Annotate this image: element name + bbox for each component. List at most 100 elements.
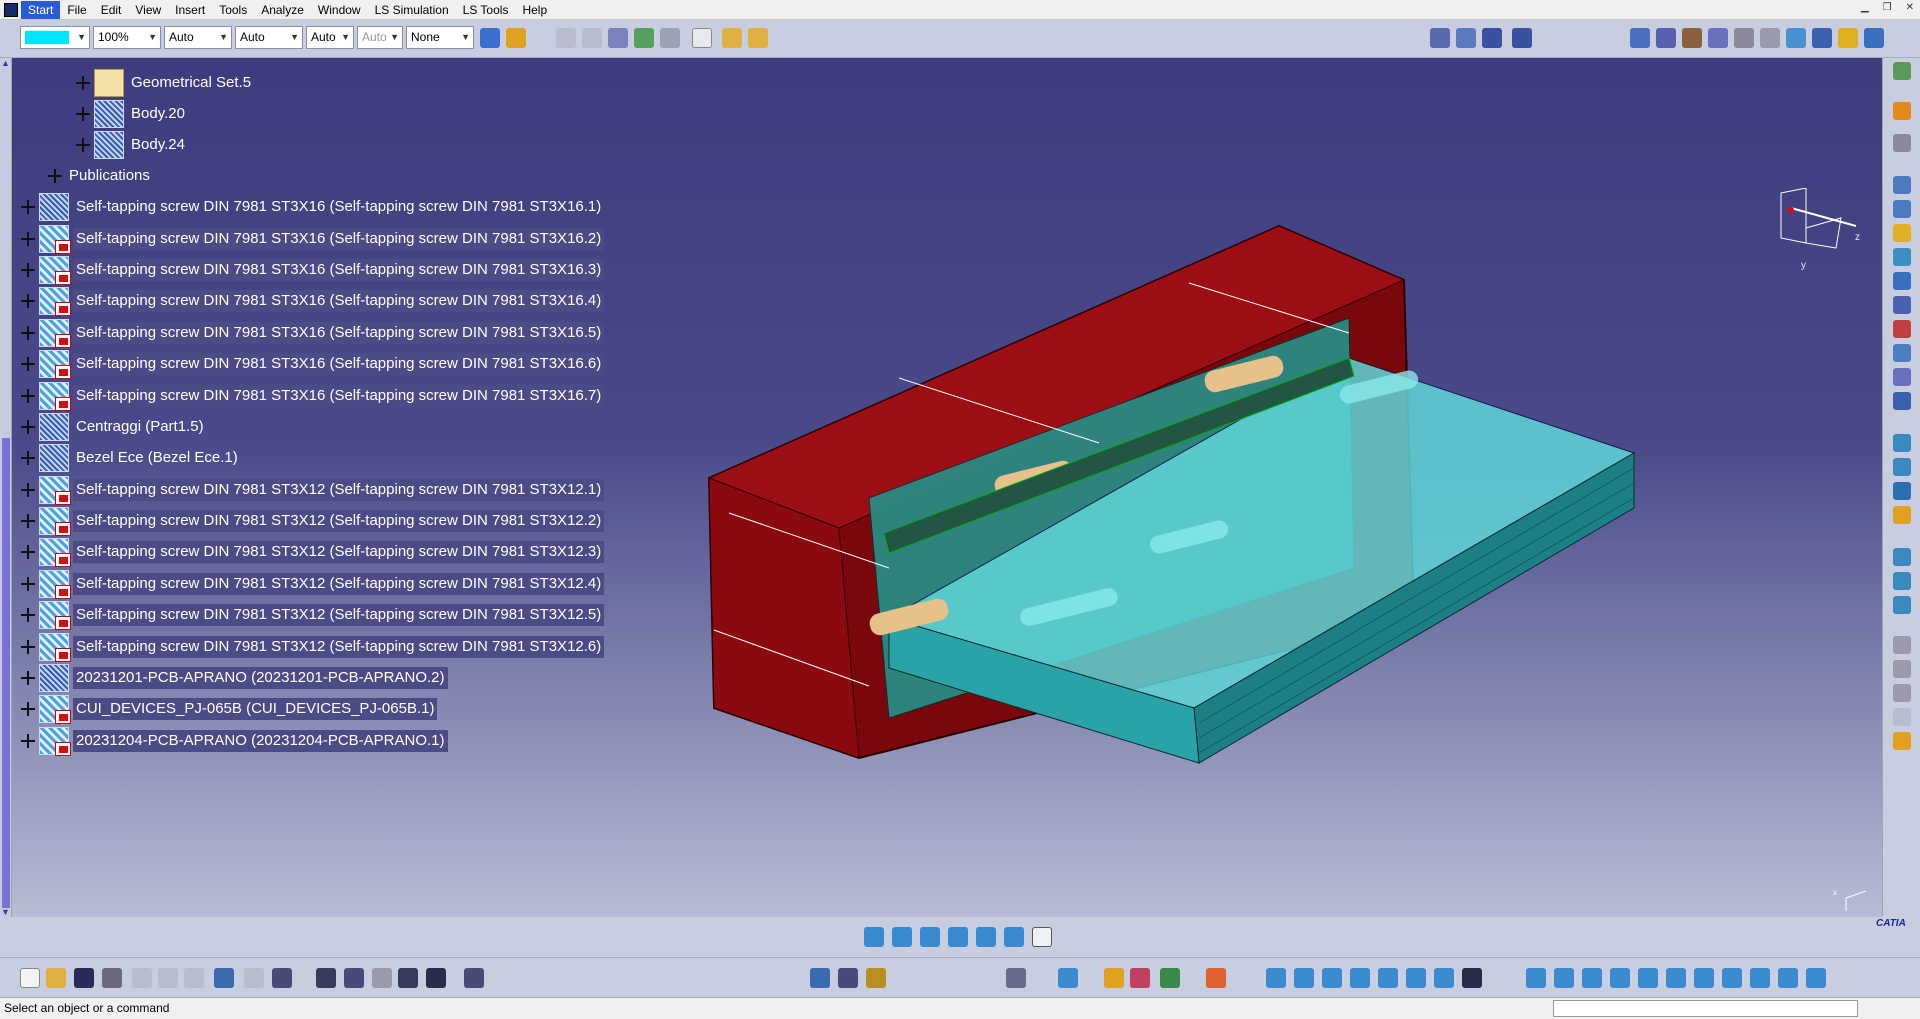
explode-icon[interactable]: [1893, 482, 1911, 500]
snap-icon[interactable]: [1630, 28, 1650, 48]
expand-icon[interactable]: [21, 702, 35, 716]
normal-view-icon[interactable]: [1666, 968, 1686, 988]
text-icon[interactable]: [1893, 660, 1911, 678]
expand-icon[interactable]: [21, 640, 35, 654]
numbering-icon[interactable]: [1893, 344, 1911, 362]
tree-item[interactable]: Geometrical Set.5: [76, 69, 254, 97]
back-view-icon[interactable]: [1322, 968, 1342, 988]
tree-scrollbar[interactable]: ▲ ▼: [0, 58, 12, 917]
command-input[interactable]: [1553, 1000, 1858, 1017]
render-icon[interactable]: [464, 968, 484, 988]
whats-this-icon[interactable]: [272, 968, 292, 988]
line-type-combo[interactable]: Auto ▼: [235, 26, 303, 49]
tree-item[interactable]: Body.24: [76, 131, 188, 159]
print-icon[interactable]: [102, 968, 122, 988]
refresh-icon[interactable]: [1006, 968, 1026, 988]
update-icon[interactable]: [810, 968, 830, 988]
shading-edges-icon[interactable]: [892, 927, 912, 947]
catia-app-icon[interactable]: [4, 2, 18, 17]
close-icon[interactable]: ✕: [1906, 2, 1914, 13]
tree-item[interactable]: Self-tapping screw DIN 7981 ST3X12 (Self…: [21, 538, 605, 567]
expand-icon[interactable]: [21, 671, 35, 685]
compass-widget[interactable]: z y: [1761, 188, 1871, 288]
tree-item[interactable]: Self-tapping screw DIN 7981 ST3X12 (Self…: [21, 476, 605, 505]
custom-view-icon[interactable]: [1004, 927, 1024, 947]
tree-item[interactable]: Self-tapping screw DIN 7981 ST3X12 (Self…: [21, 633, 605, 662]
expand-icon[interactable]: [21, 514, 35, 528]
expand-icon[interactable]: [21, 734, 35, 748]
tree-item[interactable]: Self-tapping screw DIN 7981 ST3X16 (Self…: [21, 225, 605, 254]
catalog-icon[interactable]: [1812, 28, 1832, 48]
explode-icon[interactable]: [1682, 28, 1702, 48]
contact-constraint-icon[interactable]: [1893, 572, 1911, 590]
tree-icon[interactable]: [1482, 28, 1502, 48]
graph-tree-icon[interactable]: [1893, 296, 1911, 314]
restore-icon[interactable]: ❐: [1883, 2, 1892, 13]
lock-icon[interactable]: [866, 968, 886, 988]
disabled-tool-icon[interactable]: [556, 28, 576, 48]
transform-icon[interactable]: [1893, 134, 1911, 152]
table-icon[interactable]: [398, 968, 418, 988]
replace-component-icon[interactable]: [1893, 272, 1911, 290]
brush-icon[interactable]: [506, 28, 526, 48]
publish-icon[interactable]: [634, 28, 654, 48]
hide-show-icon[interactable]: [1778, 968, 1798, 988]
menu-ls-simulation[interactable]: LS Simulation: [368, 1, 456, 19]
component-icon[interactable]: [1456, 28, 1476, 48]
line-thickness-combo[interactable]: Auto ▼: [164, 26, 232, 49]
left-view-icon[interactable]: [1350, 968, 1370, 988]
expand-icon[interactable]: [21, 608, 35, 622]
cube-icon[interactable]: [1656, 28, 1676, 48]
tree-item[interactable]: Self-tapping screw DIN 7981 ST3X16 (Self…: [21, 319, 605, 348]
new-component-icon[interactable]: [1893, 176, 1911, 194]
annotation-icon[interactable]: [1893, 636, 1911, 654]
minimize-icon[interactable]: ▁: [1861, 2, 1869, 13]
tree-expand-icon[interactable]: [1512, 28, 1532, 48]
tree-item[interactable]: Self-tapping screw DIN 7981 ST3X12 (Self…: [21, 570, 605, 599]
constraint-icon[interactable]: [660, 28, 680, 48]
tree-item[interactable]: Self-tapping screw DIN 7981 ST3X16 (Self…: [21, 350, 605, 379]
existing-component-icon[interactable]: [1893, 248, 1911, 266]
product-structure-icon[interactable]: [1430, 28, 1450, 48]
tree-item[interactable]: Self-tapping screw DIN 7981 ST3X16 (Self…: [21, 193, 604, 221]
rotate-icon[interactable]: [1582, 968, 1602, 988]
point-type-combo[interactable]: Auto ▼: [306, 26, 354, 49]
cut-icon[interactable]: [132, 968, 152, 988]
right-view-icon[interactable]: [1378, 968, 1398, 988]
clash-icon[interactable]: [1708, 28, 1728, 48]
layer-combo[interactable]: Auto ▼: [357, 26, 403, 49]
help-icon[interactable]: [1032, 927, 1052, 947]
flag-icon[interactable]: [1893, 684, 1911, 702]
tree-item[interactable]: Bezel Ece (Bezel Ece.1): [21, 444, 241, 472]
fast-multi-instantiation-icon[interactable]: [1893, 392, 1911, 410]
tools-icon[interactable]: [838, 968, 858, 988]
expand-icon[interactable]: [21, 577, 35, 591]
tree-item[interactable]: 20231204-PCB-APRANO (20231204-PCB-APRANO…: [21, 727, 448, 756]
wireframe-icon[interactable]: [976, 927, 996, 947]
grid-icon[interactable]: [1206, 968, 1226, 988]
copy-icon[interactable]: [158, 968, 178, 988]
render-style-combo[interactable]: None ▼: [406, 26, 474, 49]
coincidence-constraint-icon[interactable]: [1893, 548, 1911, 566]
view-mode-icon[interactable]: [1750, 968, 1770, 988]
fit-all-icon[interactable]: [1526, 968, 1546, 988]
scrollbar-thumb[interactable]: [2, 438, 10, 908]
expand-icon[interactable]: [21, 326, 35, 340]
shading-material-icon[interactable]: [948, 927, 968, 947]
section-icon[interactable]: [1734, 28, 1754, 48]
multi-instantiation-icon[interactable]: [1893, 368, 1911, 386]
material-icon[interactable]: [1104, 968, 1124, 988]
expand-icon[interactable]: [21, 483, 35, 497]
painter-icon[interactable]: [480, 28, 500, 48]
menu-file[interactable]: File: [60, 1, 93, 19]
expand-icon[interactable]: [21, 451, 35, 465]
multi-view-icon[interactable]: [1694, 968, 1714, 988]
expand-icon[interactable]: [76, 138, 90, 152]
macro-icon[interactable]: [372, 968, 392, 988]
menu-ls-tools[interactable]: LS Tools: [456, 1, 516, 19]
table-icon[interactable]: [692, 28, 712, 48]
pan-icon[interactable]: [1554, 968, 1574, 988]
tree-item[interactable]: Self-tapping screw DIN 7981 ST3X16 (Self…: [21, 287, 605, 316]
new-product-icon[interactable]: [1893, 200, 1911, 218]
expand-icon[interactable]: [76, 76, 90, 90]
